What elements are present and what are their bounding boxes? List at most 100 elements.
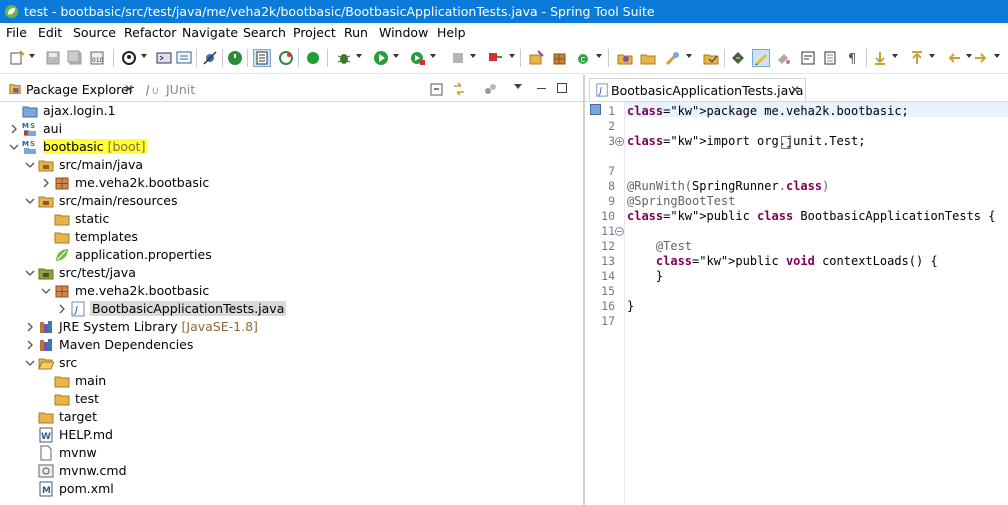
maximize-icon[interactable] <box>557 83 567 93</box>
tree-item-label: src/test/java <box>59 265 136 280</box>
tree-item[interactable]: src <box>0 354 583 372</box>
svg-text:U: U <box>152 87 159 96</box>
chevron-right-icon[interactable] <box>41 178 51 188</box>
menu-source[interactable]: Source <box>73 25 116 40</box>
tree-item[interactable]: MS bootbasic [boot] <box>0 138 583 156</box>
save-icon[interactable] <box>45 50 61 66</box>
chevron-down-icon[interactable] <box>25 160 35 170</box>
menu-project[interactable]: Project <box>293 25 336 40</box>
folded-imports-marker[interactable] <box>781 136 791 149</box>
chevron-right-icon[interactable] <box>25 340 35 350</box>
folder-icon <box>38 412 54 424</box>
refresh-icon[interactable] <box>278 50 294 66</box>
tree-item-selected[interactable]: J BootbasicApplicationTests.java <box>0 300 583 318</box>
menu-navigate[interactable]: Navigate <box>182 25 238 40</box>
menu-search[interactable]: Search <box>243 25 286 40</box>
tree-item-label: pom.xml <box>59 481 114 496</box>
chevron-right-icon[interactable] <box>57 304 67 314</box>
collapse-all-icon[interactable] <box>429 81 445 97</box>
tree-item[interactable]: me.veha2k.bootbasic <box>0 282 583 300</box>
debug-icon[interactable] <box>336 50 352 66</box>
tree-item[interactable]: templates <box>0 228 583 246</box>
view-menu-icon[interactable] <box>514 84 522 89</box>
editor-tab-label: BootbasicApplicationTests.java <box>611 83 804 98</box>
minimize-icon[interactable] <box>537 88 546 89</box>
terminal-icon[interactable] <box>176 50 192 66</box>
tree-item[interactable]: static <box>0 210 583 228</box>
menu-window[interactable]: Window <box>379 25 428 40</box>
tree-item[interactable]: test <box>0 390 583 408</box>
new-icon[interactable] <box>9 50 25 66</box>
menu-run[interactable]: Run <box>344 25 368 40</box>
prev-annotation-icon[interactable] <box>909 50 925 66</box>
tree-item[interactable]: me.veha2k.bootbasic <box>0 174 583 192</box>
open-folder-icon[interactable] <box>640 50 656 66</box>
show-whitespace-icon[interactable]: ¶ <box>845 50 861 66</box>
open-type-icon[interactable] <box>617 50 633 66</box>
chevron-down-icon[interactable] <box>25 358 35 368</box>
start-server-icon[interactable] <box>305 50 321 66</box>
chevron-down-icon[interactable] <box>41 286 51 296</box>
tree-item[interactable]: W HELP.md <box>0 426 583 444</box>
new-class-icon[interactable]: C <box>576 50 592 66</box>
tree-item[interactable]: JRE System Library [JavaSE-1.8] <box>0 318 583 336</box>
tab-package-explorer[interactable]: Package Explorer ✕ <box>4 78 138 100</box>
tree-item[interactable]: Maven Dependencies <box>0 336 583 354</box>
chevron-right-icon[interactable] <box>9 124 19 134</box>
search-icon[interactable] <box>665 50 681 66</box>
highlight-icon[interactable] <box>752 49 770 67</box>
open-task-icon[interactable] <box>703 50 719 66</box>
forward-icon[interactable] <box>973 50 989 66</box>
new-java-project-icon[interactable] <box>528 50 544 66</box>
block-select-icon[interactable] <box>822 50 838 66</box>
tree-item[interactable]: ajax.login.1 <box>0 102 583 120</box>
run-external-icon[interactable] <box>410 50 426 66</box>
binary-icon[interactable]: 010 <box>89 50 105 66</box>
menu-file[interactable]: File <box>6 25 27 40</box>
mark-occurrences-icon[interactable] <box>730 50 746 66</box>
chevron-down-icon[interactable] <box>25 196 35 206</box>
menu-refactor[interactable]: Refactor <box>124 25 176 40</box>
tree-item[interactable]: src/main/java <box>0 156 583 174</box>
profile-icon[interactable] <box>121 50 137 66</box>
tree-item[interactable]: src/main/resources <box>0 192 583 210</box>
title-bar: test - bootbasic/src/test/java/me/veha2k… <box>0 0 1008 23</box>
tree-item[interactable]: target <box>0 408 583 426</box>
tree-item[interactable]: main <box>0 372 583 390</box>
tree-item[interactable]: src/test/java <box>0 264 583 282</box>
link-with-editor-icon[interactable] <box>451 81 467 97</box>
tab-junit[interactable]: JUnit <box>166 82 195 97</box>
menu-edit[interactable]: Edit <box>38 25 62 40</box>
skip-breakpoints-icon[interactable] <box>202 50 218 66</box>
fold-collapse-icon[interactable] <box>615 227 624 236</box>
run-icon[interactable] <box>373 50 389 66</box>
tree-item[interactable]: mvnw <box>0 444 583 462</box>
tree-item[interactable]: MS aui <box>0 120 583 138</box>
publish-icon[interactable] <box>487 50 503 66</box>
terminal-icon[interactable] <box>156 50 172 66</box>
tree-item[interactable]: M pom.xml <box>0 480 583 498</box>
tree-item-label: src/main/resources <box>59 193 178 208</box>
chevron-down-icon[interactable] <box>25 268 35 278</box>
editor-tab[interactable]: J BootbasicApplicationTests.java ✕ <box>589 78 806 102</box>
tree-item[interactable]: application.properties <box>0 246 583 264</box>
save-all-icon[interactable] <box>67 50 83 66</box>
next-annotation-icon[interactable] <box>872 50 888 66</box>
folder-icon <box>54 376 70 388</box>
menu-help[interactable]: Help <box>437 25 466 40</box>
fold-expand-icon[interactable] <box>615 137 624 146</box>
toggle-breadcrumb-icon[interactable] <box>253 49 271 67</box>
chevron-right-icon[interactable] <box>25 322 35 332</box>
word-wrap-icon[interactable] <box>800 50 816 66</box>
stop-icon[interactable] <box>450 50 466 66</box>
new-package-icon[interactable] <box>552 50 568 66</box>
close-icon[interactable]: ✕ <box>790 83 800 97</box>
back-icon[interactable] <box>946 50 962 66</box>
spring-boot-icon[interactable] <box>227 50 243 66</box>
line-number: 1 <box>608 104 615 118</box>
tree-item[interactable]: mvnw.cmd <box>0 462 583 480</box>
annotation-icon[interactable] <box>776 50 792 66</box>
focus-icon[interactable] <box>482 81 498 97</box>
close-icon[interactable]: ✕ <box>124 82 134 96</box>
chevron-down-icon[interactable] <box>9 142 19 152</box>
